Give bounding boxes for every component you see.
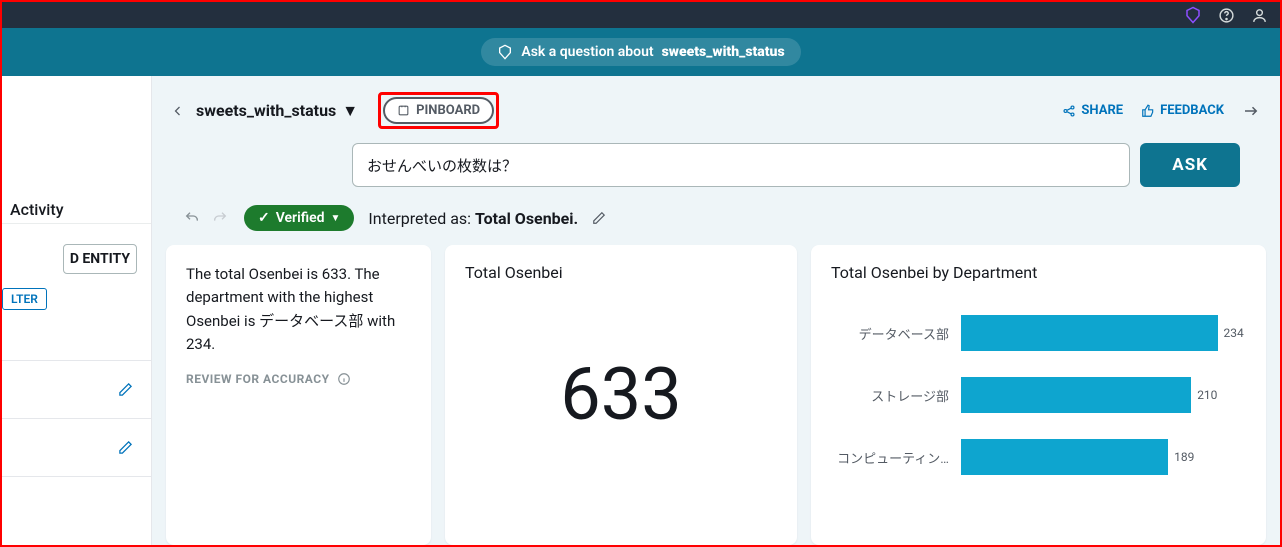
narrative-card: The total Osenbei is 633. The department…: [166, 245, 431, 545]
sidebar-activity-heading: Activity: [2, 196, 151, 224]
bar-chart: データベース部 234 ストレージ部 210 コンピューティン… 189: [831, 302, 1246, 488]
chart-card: Total Osenbei by Department データベース部 234 スト…: [811, 245, 1266, 545]
filter-button-partial[interactable]: LTER: [2, 288, 47, 310]
add-entity-button-partial[interactable]: D ENTITY: [63, 244, 137, 274]
ask-row: ASK: [152, 139, 1280, 197]
bar-category-label: コンピューティン…: [831, 448, 949, 467]
share-label: SHARE: [1081, 103, 1123, 118]
caret-down-icon: ▼: [342, 101, 358, 121]
content-pane: sweets_with_status ▼ PINBOARD SHARE: [152, 76, 1280, 545]
bar-fill[interactable]: [961, 439, 1168, 475]
interp-value: Total Osenbei.: [475, 209, 578, 228]
feedback-button[interactable]: FEEDBACK: [1141, 103, 1224, 118]
pinboard-button[interactable]: PINBOARD: [383, 97, 494, 124]
share-icon: [1062, 104, 1076, 118]
thumbs-up-icon: [1141, 104, 1155, 118]
page-header: sweets_with_status ▼ PINBOARD SHARE: [152, 76, 1280, 139]
total-value: 633: [465, 352, 777, 437]
verified-badge[interactable]: ✓ Verified ▼: [244, 205, 354, 231]
total-card: Total Osenbei 633: [445, 245, 797, 545]
bar-value-label: 234: [1224, 326, 1244, 340]
bar-fill[interactable]: [961, 315, 1218, 351]
sidebar-row-2[interactable]: [2, 419, 151, 477]
q-icon: [497, 44, 513, 60]
info-icon: [337, 372, 351, 386]
app-titlebar: [2, 2, 1280, 28]
interp-prefix: Interpreted as:: [368, 209, 475, 228]
bar-track: 210: [961, 375, 1246, 415]
bar-value-label: 210: [1197, 388, 1217, 402]
share-button[interactable]: SHARE: [1062, 103, 1123, 118]
narrative-text: The total Osenbei is 633. The department…: [186, 263, 411, 356]
ask-topic: sweets_with_status: [662, 44, 785, 60]
interpretation-text: Interpreted as: Total Osenbei.: [368, 209, 578, 228]
interpretation-row: ✓ Verified ▼ Interpreted as: Total Osenb…: [152, 197, 1280, 245]
back-chevron-icon[interactable]: [172, 102, 184, 120]
caret-down-icon: ▼: [331, 213, 341, 224]
bar-track: 189: [961, 437, 1246, 477]
verified-label: Verified: [276, 210, 325, 226]
redo-icon[interactable]: [210, 210, 230, 226]
pencil-icon: [118, 440, 133, 455]
ask-prefix: Ask a question about: [521, 44, 653, 60]
undo-redo-group: [182, 210, 230, 226]
edit-interpretation-icon[interactable]: [592, 211, 606, 225]
bar-row: ストレージ部 210: [831, 364, 1246, 426]
breadcrumb-label: sweets_with_status: [196, 101, 336, 120]
cards-row: The total Osenbei is 633. The department…: [152, 245, 1280, 545]
ask-button[interactable]: ASK: [1140, 143, 1240, 187]
collapse-icon[interactable]: [1242, 102, 1260, 120]
sidebar-row-1[interactable]: [2, 361, 151, 419]
main-area: Activity D ENTITY LTER sweets_with_statu…: [2, 76, 1280, 545]
chart-card-title: Total Osenbei by Department: [831, 263, 1246, 282]
breadcrumb[interactable]: sweets_with_status ▼: [196, 101, 358, 121]
feedback-label: FEEDBACK: [1160, 103, 1224, 118]
user-icon[interactable]: [1251, 7, 1268, 24]
pinboard-label: PINBOARD: [416, 103, 480, 118]
review-accuracy-link[interactable]: REVIEW FOR ACCURACY: [186, 372, 411, 386]
review-label: REVIEW FOR ACCURACY: [186, 372, 330, 386]
pencil-icon: [118, 382, 133, 397]
bar-track: 234: [961, 313, 1246, 353]
ask-about-pill[interactable]: Ask a question about sweets_with_status: [481, 38, 800, 66]
undo-icon[interactable]: [182, 210, 202, 226]
bar-category-label: データベース部: [831, 324, 949, 343]
check-icon: ✓: [258, 210, 270, 226]
total-card-title: Total Osenbei: [465, 263, 777, 282]
left-sidebar: Activity D ENTITY LTER: [2, 76, 152, 545]
bar-fill[interactable]: [961, 377, 1191, 413]
header-actions: SHARE FEEDBACK: [1062, 102, 1260, 120]
ask-banner: Ask a question about sweets_with_status: [2, 28, 1280, 76]
question-input[interactable]: [352, 143, 1130, 187]
quicksight-logo-icon[interactable]: [1184, 6, 1202, 24]
bar-category-label: ストレージ部: [831, 386, 949, 405]
pin-icon: [397, 104, 410, 117]
bar-row: コンピューティン… 189: [831, 426, 1246, 488]
bar-value-label: 189: [1174, 450, 1194, 464]
bar-row: データベース部 234: [831, 302, 1246, 364]
pinboard-highlight: PINBOARD: [378, 92, 499, 129]
help-icon[interactable]: [1218, 7, 1235, 24]
